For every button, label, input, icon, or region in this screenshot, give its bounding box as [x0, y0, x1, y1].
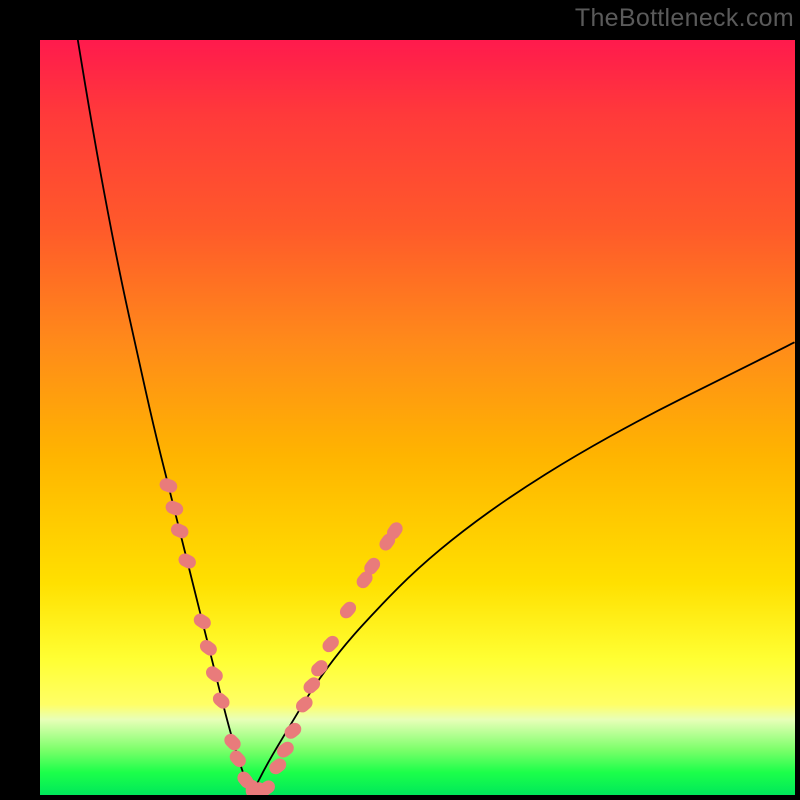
watermark-text: TheBottleneck.com — [575, 4, 794, 33]
data-dot — [282, 720, 304, 741]
data-dot — [176, 551, 198, 571]
data-dot — [308, 657, 330, 679]
data-dot — [274, 739, 296, 760]
data-dot — [320, 633, 342, 655]
data-dot — [197, 637, 219, 658]
data-dot — [227, 748, 249, 770]
data-dot — [164, 499, 186, 518]
data-dot — [191, 611, 213, 632]
data-dot — [169, 521, 191, 540]
data-dot — [210, 690, 232, 712]
data-dot — [222, 731, 244, 753]
curve-svg — [40, 40, 795, 795]
data-dot — [203, 664, 225, 685]
chart-frame: TheBottleneck.com — [0, 0, 800, 800]
data-points-group — [158, 476, 406, 795]
plot-area — [40, 40, 795, 795]
data-dot — [158, 476, 179, 494]
data-dot — [293, 694, 315, 716]
data-dot — [337, 599, 359, 621]
bottleneck-curve — [78, 40, 795, 787]
